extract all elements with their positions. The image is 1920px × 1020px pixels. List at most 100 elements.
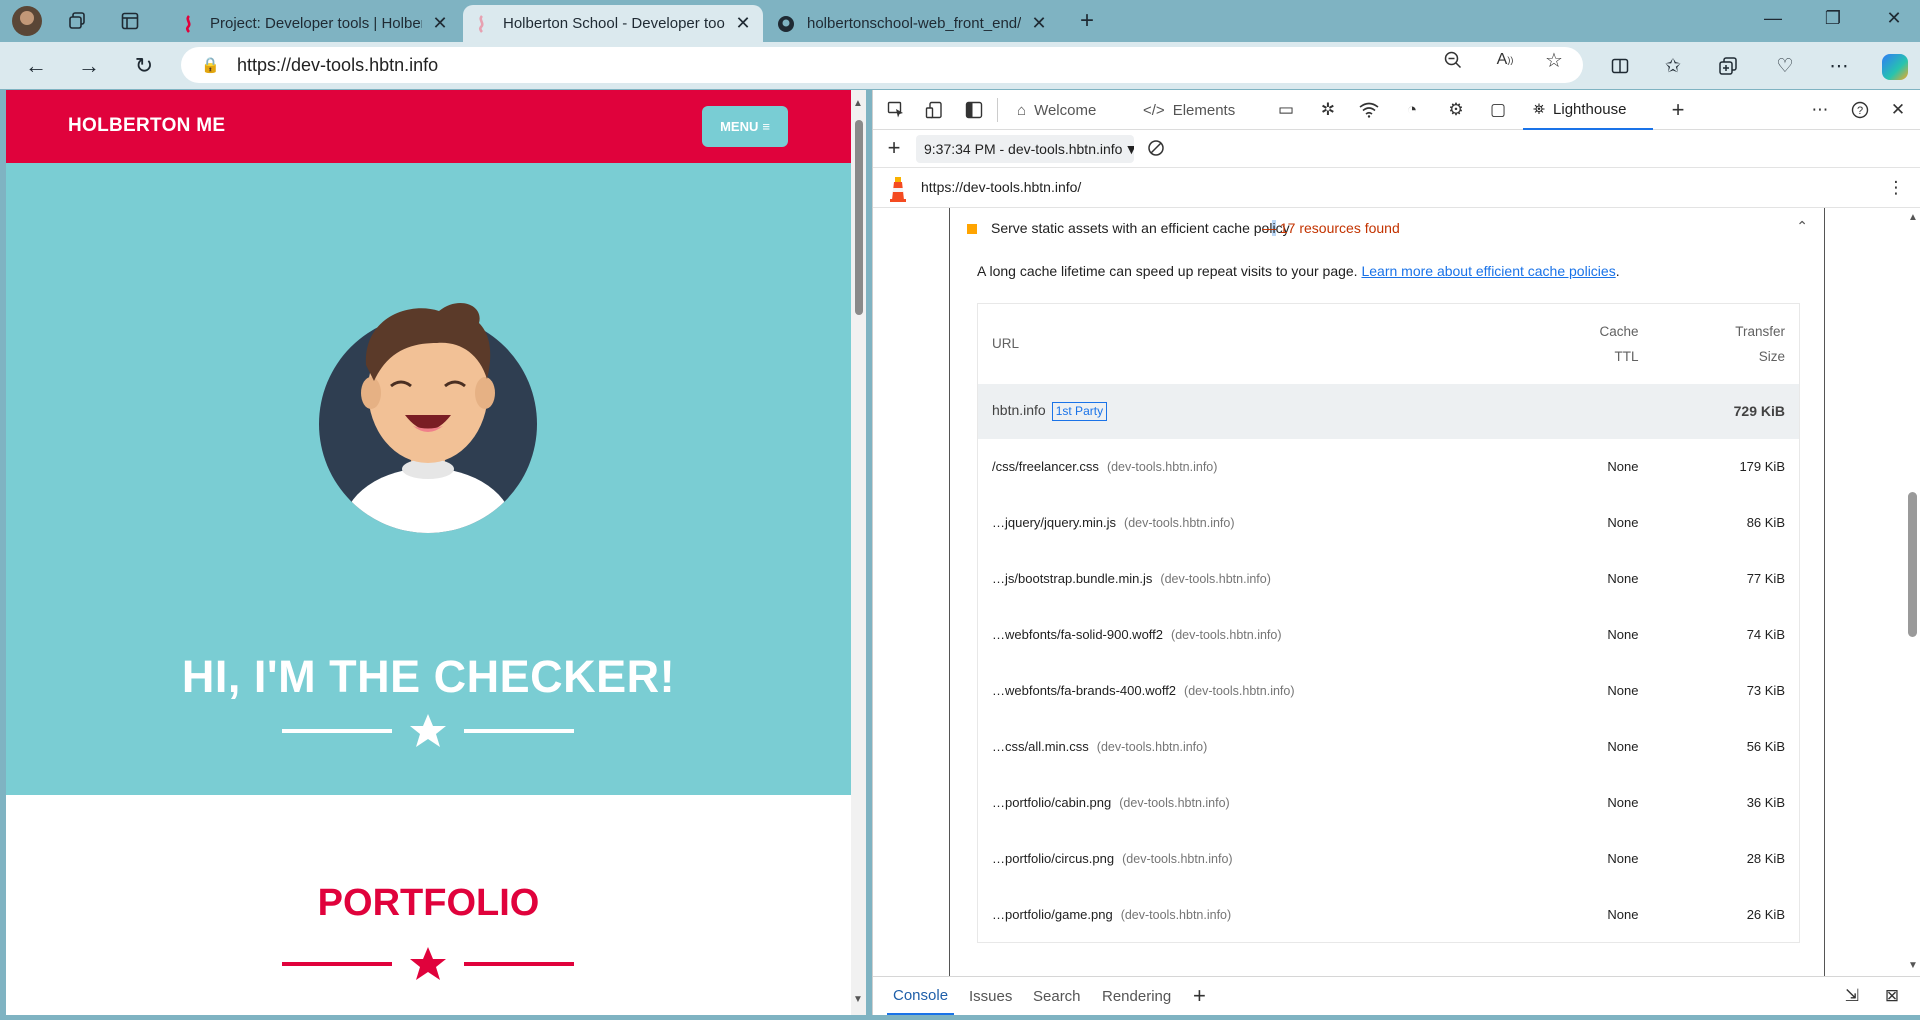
close-tab-icon[interactable]: ✕ [733, 13, 753, 34]
drawer-tab-console[interactable]: Console [887, 977, 955, 1015]
column-header-transfer-size: Transfer Size [1735, 323, 1785, 364]
cache-ttl: None [1607, 795, 1639, 810]
drawer-tab-issues[interactable]: Issues [969, 977, 1012, 1015]
resource-url[interactable]: …jquery/jquery.min.js [992, 515, 1116, 530]
table-row: …css/all.min.css (dev-tools.hbtn.info) Non… [978, 719, 1800, 775]
tab-elements[interactable]: </> Elements [1143, 90, 1235, 130]
minimize-icon[interactable]: — [1751, 8, 1795, 34]
vertical-tabs-icon[interactable] [115, 7, 145, 35]
network-icon[interactable] [1356, 98, 1382, 122]
tab-welcome[interactable]: ⌂ Welcome [1017, 90, 1096, 130]
hamburger-icon: ≡ [762, 119, 770, 134]
resource-url[interactable]: …css/all.min.css [992, 739, 1089, 754]
copilot-icon[interactable] [1878, 51, 1912, 81]
address-bar[interactable]: 🔒 https://dev-tools.hbtn.info [181, 47, 1583, 83]
forward-icon[interactable]: → [73, 51, 105, 81]
resource-url[interactable]: …portfolio/game.png [992, 907, 1113, 922]
report-menu-icon[interactable]: ⋮ [1883, 176, 1909, 200]
scroll-down-icon[interactable]: ▼ [853, 994, 863, 1005]
console-icon[interactable]: ▭ [1273, 98, 1299, 122]
more-tools-icon[interactable]: ⋯ [1807, 98, 1833, 122]
refresh-icon[interactable]: ↻ [128, 51, 160, 81]
entity-size: 729 KiB [1733, 403, 1785, 419]
favorite-star-icon[interactable]: ☆ [1541, 48, 1567, 72]
resource-url[interactable]: /css/freelancer.css [992, 459, 1099, 474]
collections-icon[interactable] [1711, 51, 1745, 81]
learn-more-link[interactable]: Learn more about efficient cache policie… [1361, 263, 1615, 279]
resource-url[interactable]: …js/bootstrap.bundle.min.js [992, 571, 1152, 586]
dock-drawer-icon[interactable]: ⇲ [1839, 984, 1865, 1008]
page-scrollbar[interactable]: ▲ ▼ [851, 90, 866, 1015]
lighthouse-toolbar: + 9:37:34 PM - dev-tools.hbtn.info ▼ [873, 130, 1920, 168]
drawer-tab-rendering[interactable]: Rendering [1102, 977, 1171, 1015]
portfolio-title: PORTFOLIO [317, 882, 540, 924]
more-menu-icon[interactable]: ⋯ [1822, 51, 1856, 81]
tab-github-repo[interactable]: holbertonschool-web_front_end/ ✕ [767, 5, 1059, 42]
application-icon[interactable]: ▢ [1485, 98, 1511, 122]
bug-icon[interactable]: ✲ [1315, 98, 1341, 122]
tab-label: Welcome [1034, 101, 1097, 119]
transfer-size: 179 KiB [1739, 459, 1785, 474]
performance-icon[interactable]: ◔ [1399, 98, 1425, 122]
help-icon[interactable]: ? [1847, 98, 1873, 122]
close-window-icon[interactable]: ✕ [1872, 8, 1916, 34]
new-report-icon[interactable]: + [881, 135, 907, 160]
favorites-icon[interactable]: ✩ [1656, 51, 1690, 81]
table-row: /css/freelancer.css (dev-tools.hbtn.info)… [978, 439, 1800, 495]
back-icon[interactable]: ← [20, 51, 52, 81]
split-screen-icon[interactable] [1603, 51, 1637, 81]
profile-avatar[interactable] [12, 6, 42, 36]
resource-url[interactable]: …webfonts/fa-solid-900.woff2 [992, 627, 1163, 642]
address-url[interactable]: https://dev-tools.hbtn.info [237, 55, 438, 76]
report-scrollbar[interactable]: ▲ ▼ [1903, 208, 1920, 983]
drawer-tab-search[interactable]: Search [1033, 977, 1081, 1015]
close-tab-icon[interactable]: ✕ [1029, 13, 1049, 34]
resource-url[interactable]: …portfolio/cabin.png [992, 795, 1111, 810]
read-aloud-icon[interactable]: A)) [1492, 48, 1518, 72]
page-scrollbar-thumb[interactable] [855, 120, 863, 315]
add-tool-icon[interactable]: + [1665, 97, 1691, 122]
devtools-drawer: Console Issues Search Rendering + ⇲ ⊠ [873, 976, 1920, 1015]
new-tab-icon[interactable]: + [1072, 7, 1102, 35]
audit-header[interactable]: Serve static assets with an efficient ca… [950, 208, 1824, 248]
memory-icon[interactable]: ⚙ [1443, 98, 1469, 122]
scroll-up-icon[interactable]: ▲ [853, 98, 863, 109]
scroll-up-icon[interactable]: ▲ [1908, 212, 1918, 223]
tab-holberton-developer-tools[interactable]: Holberton School - Developer tools ✕ [463, 5, 763, 42]
restore-icon[interactable]: ❐ [1811, 8, 1855, 34]
site-brand[interactable]: HOLBERTON ME [68, 115, 225, 137]
tab-label: Elements [1172, 101, 1236, 119]
dock-side-icon[interactable] [961, 98, 987, 122]
home-icon: ⌂ [1017, 101, 1027, 119]
report-scrollbar-thumb[interactable] [1908, 492, 1917, 637]
inspect-element-icon[interactable] [883, 98, 909, 122]
lock-icon[interactable]: 🔒 [201, 56, 220, 74]
column-header-url: URL [992, 336, 1020, 352]
clear-icon[interactable] [1143, 136, 1169, 160]
menu-button[interactable]: MENU ≡ [702, 106, 788, 147]
star-divider [282, 947, 574, 980]
close-drawer-icon[interactable]: ⊠ [1879, 984, 1905, 1008]
close-devtools-icon[interactable]: ✕ [1885, 98, 1911, 122]
audit-summary: — 17 resources found [1262, 220, 1400, 236]
device-emulation-icon[interactable] [921, 98, 947, 122]
browser-nav-bar: ← → ↻ 🔒 https://dev-tools.hbtn.info A)) … [0, 42, 1920, 89]
hero-title: HI, I'M THE CHECKER! [181, 651, 676, 702]
scroll-down-icon[interactable]: ▼ [1908, 960, 1918, 971]
browser-essentials-icon[interactable]: ♡ [1768, 51, 1802, 81]
chevron-up-icon[interactable]: ⌃ [1796, 218, 1808, 235]
tab-lighthouse[interactable]: ⛯ Lighthouse [1523, 90, 1653, 130]
tab-project-developer-tools[interactable]: Project: Developer tools | Holberton ✕ [170, 5, 460, 42]
workspaces-icon[interactable] [62, 7, 92, 35]
audit-score-marker [967, 224, 977, 234]
resource-url[interactable]: …webfonts/fa-brands-400.woff2 [992, 683, 1176, 698]
report-url[interactable]: https://dev-tools.hbtn.info/ [921, 179, 1081, 195]
close-tab-icon[interactable]: ✕ [430, 13, 450, 34]
table-row: …portfolio/game.png (dev-tools.hbtn.info)… [978, 887, 1800, 943]
report-select[interactable]: 9:37:34 PM - dev-tools.hbtn.info ▼ [916, 135, 1134, 163]
resource-host: (dev-tools.hbtn.info) [1120, 907, 1232, 922]
transfer-size: 86 KiB [1746, 515, 1785, 530]
resource-url[interactable]: …portfolio/circus.png [992, 851, 1114, 866]
add-drawer-tab-icon[interactable]: + [1193, 977, 1206, 1015]
zoom-out-icon[interactable] [1440, 48, 1466, 72]
